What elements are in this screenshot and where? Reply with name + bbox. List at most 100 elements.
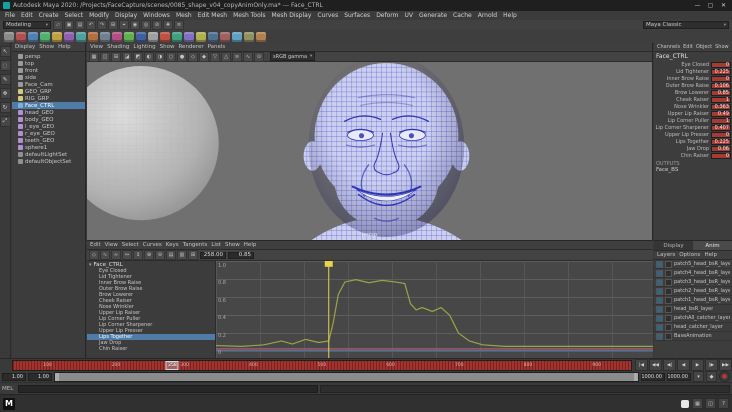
shelf-poly-sphere[interactable] [4,31,14,42]
channel-value-field[interactable]: 0.06 [711,145,731,152]
go-to-start-button[interactable]: |◀ [635,359,648,371]
graph-editor-menu-item[interactable]: View [105,242,118,248]
command-line-input[interactable] [18,384,318,393]
channel-value-field[interactable]: 0 [711,152,731,159]
step-back-frame-button[interactable]: ◀◀ [649,359,662,371]
shadows-icon[interactable]: ≋ [232,51,242,62]
viewport-menu-item[interactable]: Shading [107,44,129,50]
safe-title-icon[interactable]: ● [177,51,187,62]
graph-channel-item[interactable]: Chin Raiser [87,346,215,352]
textured-icon[interactable]: ▽ [210,51,220,62]
channel-value-field[interactable]: 0.363 [711,103,731,110]
menu-item[interactable]: Edit Mesh [198,12,227,19]
gate-mask-icon[interactable]: ◐ [144,51,154,62]
maximize-button[interactable]: ▢ [705,1,716,10]
layer-editor-tab[interactable]: Anim [693,241,732,250]
frame-playback-icon[interactable]: ↕ [133,250,143,260]
single-pane-layout-icon[interactable]: ▦ [692,398,703,409]
open-scene-icon[interactable]: ▣ [64,20,74,30]
layer-mute-toggle[interactable] [656,305,663,313]
resolution-gate-icon[interactable]: ◩ [133,51,143,62]
outliner-item[interactable]: defaultObjectSet [12,158,85,165]
menu-item[interactable]: Curves [317,12,338,19]
patchAll_catcher_layer[interactable]: patchAll_catcher_layer [654,314,732,323]
move-tool[interactable]: ✥ [0,88,11,99]
shelf-poly-cylinder[interactable] [28,31,38,42]
step-forward-frame-button[interactable]: ▶▶ [719,359,732,371]
channel-value-field[interactable]: 0 [711,61,731,68]
new-scene-icon[interactable]: ▱ [53,20,63,30]
outliner-item[interactable]: sphere1 [12,144,85,151]
anti-alias-icon[interactable]: ⊙ [254,51,264,62]
shelf-bridge[interactable] [184,31,194,42]
patch4_head_bsR_layer[interactable]: patch4_head_bsR_layer [654,269,732,278]
channel-box-menu-item[interactable]: Object [696,44,712,50]
channel-box-menu-item[interactable]: Channels [657,44,680,50]
layer-lock-toggle[interactable] [665,269,672,277]
range-end-handle[interactable] [634,372,638,381]
head_catcher_layer[interactable]: head_catcher_layer [654,323,732,332]
film-gate-icon[interactable]: ◪ [122,51,132,62]
layer-mute-toggle[interactable] [656,323,663,331]
channel-value-field[interactable]: 1 [711,117,731,124]
menu-item[interactable]: File [5,12,15,19]
layer-mute-toggle[interactable] [656,269,663,277]
layer-lock-toggle[interactable] [665,287,672,295]
step-back-key-button[interactable]: ◀| [663,359,676,371]
curve-graph-area[interactable]: 1.0 0.8 0.6 0.4 0.2 0 [216,261,653,358]
wireframe-icon[interactable]: ◇ [188,51,198,62]
field-chart-icon[interactable]: ◑ [155,51,165,62]
shelf-quad-draw[interactable] [220,31,230,42]
graph-editor-menu-item[interactable]: Help [244,242,257,248]
outliner-item[interactable]: teeth_GEO [12,137,85,144]
layer-mute-toggle[interactable] [656,332,663,340]
shelf-multi-cut[interactable] [196,31,206,42]
set-key-icon[interactable]: ◆ [706,371,717,382]
menu-item[interactable]: Cache [453,12,472,19]
outliner-menu-item[interactable]: Show [39,44,54,50]
lasso-tool[interactable]: ◌ [0,60,11,71]
patch1_head_bsR_layer[interactable]: patch1_head_bsR_layer [654,296,732,305]
outliner-item[interactable]: GEO_GRP [12,88,85,95]
redo-icon[interactable]: ↷ [97,20,107,30]
select-camera-icon[interactable]: ▦ [89,51,99,62]
channel-value-field[interactable]: 0.49 [711,110,731,117]
menu-item[interactable]: Deform [376,12,398,19]
shelf-poly-torus[interactable] [52,31,62,42]
viewport-menu-item[interactable]: Show [160,44,175,50]
outliner-item[interactable]: head_GEO [12,109,85,116]
graph-editor-menu-item[interactable]: Select [122,242,139,248]
render-settings-icon[interactable]: ≡ [174,20,184,30]
channel-value-field[interactable]: 0.85 [711,89,731,96]
paint-select-tool[interactable]: ✎ [0,74,11,85]
menu-item[interactable]: Modify [89,12,109,19]
snap-to-curve-icon[interactable]: ⌖ [119,20,129,30]
graph-editor-menu-item[interactable]: Curves [143,242,162,248]
menu-item[interactable]: Display [115,12,137,19]
character-set-menu-icon[interactable]: ▾ [693,371,704,382]
outliner-item[interactable]: r_eye_GEO [12,130,85,137]
animation-end-field[interactable]: 1000.00 [667,372,691,381]
range-slider[interactable] [54,371,639,382]
spline-tangent-icon[interactable]: ⊕ [144,250,154,260]
BaseAnimation[interactable]: BaseAnimation [654,332,732,341]
time-field[interactable]: 258.00 [200,251,226,259]
make-live-icon[interactable]: ⊘ [152,20,162,30]
menu-item[interactable]: Surfaces [344,12,370,19]
head_bsR_layer[interactable]: head_bsR_layer [654,305,732,314]
move-nearest-picked-key-icon[interactable]: ◇ [89,250,99,260]
view-transform-selector[interactable]: sRGB gamma ▾ [270,52,316,61]
snap-to-plane-icon[interactable]: ◎ [141,20,151,30]
menu-item[interactable]: Create [39,12,59,19]
viewport-menu-item[interactable]: Lighting [133,44,155,50]
outliner-item[interactable]: Face_CTRL [12,102,85,109]
layer-lock-toggle[interactable] [665,314,672,322]
channel-value-field[interactable]: 0.106 [711,82,731,89]
viewport-menu-item[interactable]: View [90,44,103,50]
viewport-menu-item[interactable]: Renderer [178,44,203,50]
safe-action-icon[interactable]: ○ [166,51,176,62]
menu-item[interactable]: Windows [143,12,170,19]
channel-value-field[interactable]: 0.407 [711,124,731,131]
linear-tangent-icon[interactable]: ⊖ [155,250,165,260]
lock-camera-icon[interactable]: ◫ [100,51,110,62]
